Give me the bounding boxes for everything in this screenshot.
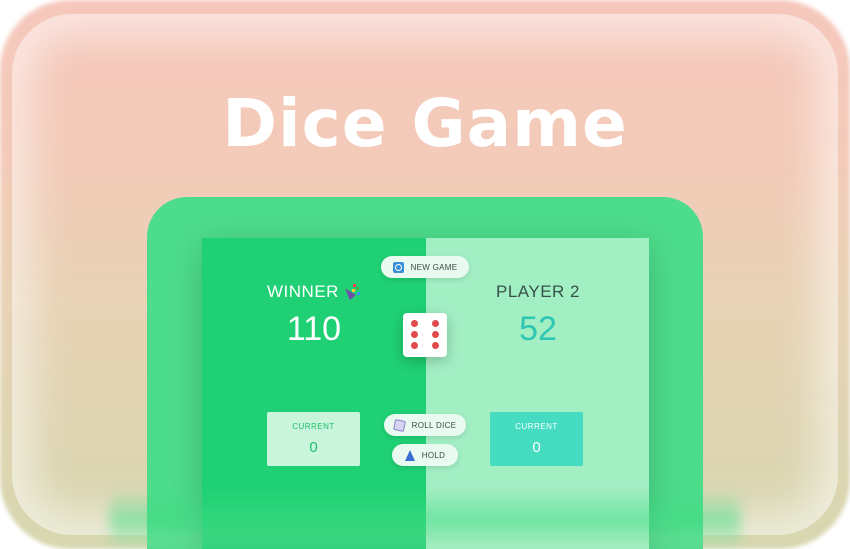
dice-icon	[392, 418, 406, 432]
player-2-score: 52	[519, 310, 557, 348]
party-popper-icon	[343, 283, 361, 299]
dice-pip	[411, 320, 418, 327]
roll-dice-button[interactable]: ROLL DICE	[384, 414, 466, 436]
player-2-name: PLAYER 2	[495, 282, 580, 301]
player-2-current-box: CURRENT 0	[490, 412, 583, 466]
hold-button[interactable]: HOLD	[392, 444, 458, 466]
player-1-current-label: CURRENT	[292, 422, 335, 431]
new-game-button[interactable]: NEW GAME	[381, 256, 469, 278]
player-2-current-value: 0	[532, 439, 541, 456]
player-1-score: 110	[286, 310, 342, 348]
player-2-current-label: CURRENT	[515, 422, 558, 431]
dice-pip	[432, 342, 439, 349]
refresh-icon	[392, 261, 404, 273]
player-1-name-row: WINNER	[202, 282, 426, 302]
player-1-current-box: CURRENT 0	[267, 412, 360, 466]
player-1-name: WINNER	[267, 282, 339, 301]
player-1-current-value: 0	[309, 439, 318, 456]
dice-pip	[432, 320, 439, 327]
roll-dice-label: ROLL DICE	[411, 420, 457, 430]
bottom-fade	[110, 490, 740, 549]
hold-icon	[404, 449, 415, 461]
dice-pip	[411, 342, 418, 349]
hold-label: HOLD	[421, 450, 446, 460]
new-game-label: NEW GAME	[410, 262, 458, 272]
dice-pip	[411, 331, 418, 338]
dice	[403, 313, 447, 357]
dice-pip	[432, 331, 439, 338]
page-title: Dice Game	[222, 85, 628, 162]
